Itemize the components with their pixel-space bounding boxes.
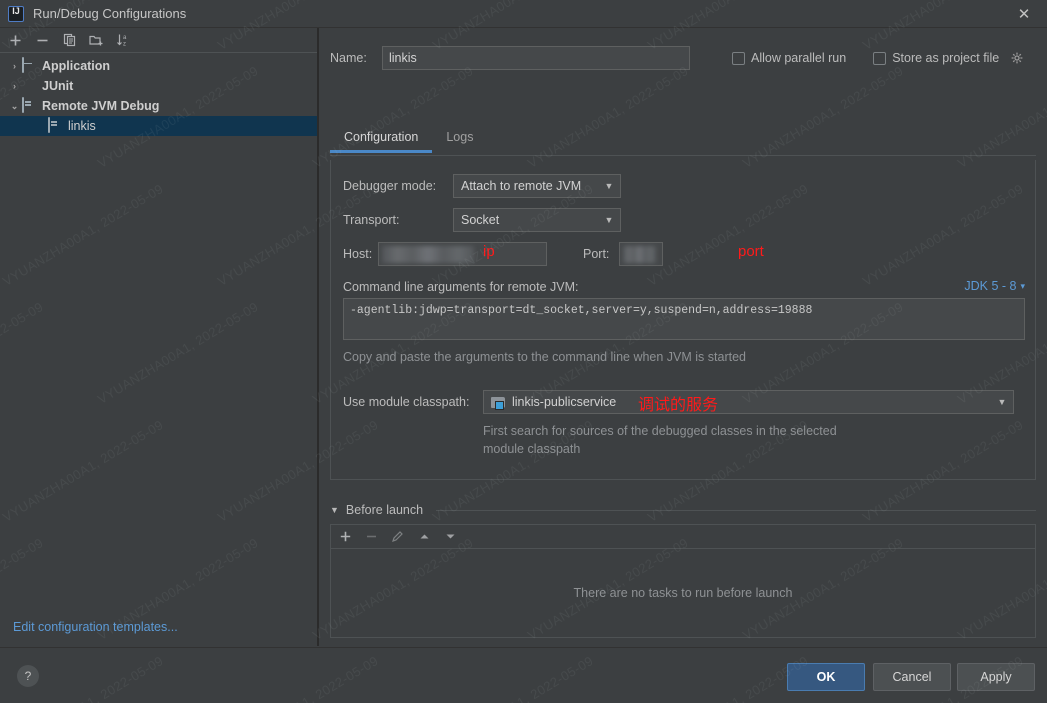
help-icon[interactable]: ? (17, 665, 39, 687)
expand-arrow-icon[interactable]: › (8, 81, 21, 91)
tab-bar: Configuration Logs (330, 128, 1036, 156)
debugger-mode-row: Debugger mode: Attach to remote JVM ▼ (343, 174, 621, 198)
command-line-arguments-hint: Copy and paste the arguments to the comm… (343, 348, 746, 366)
name-label: Name: (330, 51, 382, 65)
port-input[interactable] (619, 242, 663, 266)
remote-jvm-debug-icon (47, 118, 63, 134)
application-icon (21, 58, 37, 74)
add-task-button[interactable] (339, 530, 352, 543)
before-launch-header[interactable]: ▼ Before launch (330, 500, 1036, 520)
port-value-redacted (623, 246, 656, 263)
debugger-mode-label: Debugger mode: (343, 179, 453, 193)
configurations-tree: › Application › JUnit ⌄ Remote JVM Debug… (0, 53, 317, 136)
configuration-tab-panel: Debugger mode: Attach to remote JVM ▼ Tr… (330, 160, 1036, 480)
tree-node-remote-jvm-debug[interactable]: ⌄ Remote JVM Debug (0, 96, 317, 116)
tree-node-label: Remote JVM Debug (42, 99, 159, 113)
module-icon (491, 396, 506, 409)
module-classpath-label: Use module classpath: (343, 395, 483, 409)
before-launch-toolbar (331, 525, 1035, 549)
module-classpath-hint-line2: module classpath (483, 440, 580, 458)
store-as-project-file-checkbox[interactable]: Store as project file (873, 51, 1023, 65)
allow-parallel-run-checkbox[interactable]: Allow parallel run (732, 51, 846, 65)
pencil-icon[interactable] (391, 530, 405, 544)
collapse-arrow-icon[interactable]: ⌄ (8, 101, 21, 112)
before-launch-empty-text: There are no tasks to run before launch (331, 549, 1035, 637)
transport-value: Socket (461, 213, 598, 227)
add-configuration-button[interactable] (7, 32, 24, 49)
sort-configurations-button[interactable]: a z (115, 32, 132, 49)
remove-task-button[interactable] (365, 530, 378, 543)
tree-node-label: JUnit (42, 79, 73, 93)
edit-configuration-templates-link[interactable]: Edit configuration templates... (13, 620, 178, 634)
svg-text:a: a (123, 35, 127, 41)
host-row: Host: ip Port: port (343, 242, 663, 266)
apply-button[interactable]: Apply (957, 663, 1035, 691)
copy-configuration-button[interactable] (61, 32, 78, 49)
port-label: Port: (583, 247, 619, 261)
before-launch-title: Before launch (346, 503, 423, 517)
configuration-detail-panel: Name: linkis Allow parallel run Store as… (319, 28, 1047, 646)
command-line-arguments-textarea[interactable]: -agentlib:jdwp=transport=dt_socket,serve… (343, 298, 1025, 340)
debugger-mode-value: Attach to remote JVM (461, 179, 598, 193)
ok-button[interactable]: OK (787, 663, 865, 691)
remote-jvm-debug-icon (21, 98, 37, 114)
allow-parallel-run-label: Allow parallel run (751, 51, 846, 65)
checkbox-box[interactable] (732, 52, 745, 65)
host-value-redacted (382, 246, 474, 263)
transport-select[interactable]: Socket ▼ (453, 208, 621, 232)
close-icon[interactable]: ✕ (1001, 0, 1047, 28)
title-bar: Run/Debug Configurations ✕ (0, 0, 1047, 28)
module-annotation: 调试的服务 (638, 391, 718, 415)
store-as-project-file-label: Store as project file (892, 51, 999, 65)
move-task-up-button[interactable] (418, 530, 431, 543)
tab-logs[interactable]: Logs (432, 128, 487, 152)
name-row: Name: linkis Allow parallel run Store as… (330, 46, 1036, 70)
chevron-down-icon[interactable]: ▼ (598, 175, 620, 197)
command-line-arguments-label: Command line arguments for remote JVM: (343, 280, 579, 294)
window-title: Run/Debug Configurations (33, 6, 186, 21)
checkbox-box[interactable] (873, 52, 886, 65)
tree-node-linkis[interactable]: linkis (0, 116, 317, 136)
chevron-down-icon[interactable]: ▾ (1020, 281, 1025, 292)
remove-configuration-button[interactable] (34, 32, 51, 49)
tab-configuration[interactable]: Configuration (330, 128, 432, 152)
debugger-mode-select[interactable]: Attach to remote JVM ▼ (453, 174, 621, 198)
name-input[interactable]: linkis (382, 46, 690, 70)
module-classpath-hint-line1: First search for sources of the debugged… (483, 422, 837, 440)
before-launch-panel: There are no tasks to run before launch (330, 524, 1036, 638)
tree-node-junit[interactable]: › JUnit (0, 76, 317, 96)
junit-icon (21, 78, 37, 94)
host-annotation: ip (483, 243, 495, 260)
tree-node-application[interactable]: › Application (0, 56, 317, 76)
sidebar-toolbar: a z (0, 28, 317, 53)
tree-node-label: linkis (68, 119, 96, 133)
tree-node-label: Application (42, 59, 110, 73)
module-classpath-value: linkis-publicservice (512, 395, 991, 409)
jdk-version-value: JDK 5 - 8 (964, 279, 1016, 293)
move-task-down-button[interactable] (444, 530, 457, 543)
triangle-down-icon[interactable]: ▼ (330, 505, 339, 515)
module-classpath-row: Use module classpath: linkis-publicservi… (343, 390, 1014, 414)
expand-arrow-icon[interactable]: › (8, 61, 21, 71)
chevron-down-icon[interactable]: ▼ (598, 209, 620, 231)
gear-icon[interactable] (1010, 52, 1023, 65)
intellij-idea-logo-icon (8, 6, 24, 22)
host-label: Host: (343, 247, 378, 261)
port-annotation: port (738, 243, 764, 260)
transport-label: Transport: (343, 213, 453, 227)
jdk-version-select[interactable]: JDK 5 - 8 ▾ (964, 279, 1025, 293)
configurations-sidebar: a z › Application › JUnit ⌄ Remote JVM D… (0, 28, 318, 646)
run-debug-configurations-dialog: Run/Debug Configurations ✕ (0, 0, 1047, 703)
chevron-down-icon[interactable]: ▼ (991, 391, 1013, 413)
svg-text:z: z (123, 42, 126, 48)
cancel-button[interactable]: Cancel (873, 663, 951, 691)
dialog-footer: ? OK Cancel Apply (0, 647, 1047, 703)
module-classpath-select[interactable]: linkis-publicservice ▼ (483, 390, 1014, 414)
transport-row: Transport: Socket ▼ (343, 208, 621, 232)
host-input[interactable] (378, 242, 547, 266)
new-folder-button[interactable] (88, 32, 105, 49)
header-divider (436, 510, 1036, 511)
